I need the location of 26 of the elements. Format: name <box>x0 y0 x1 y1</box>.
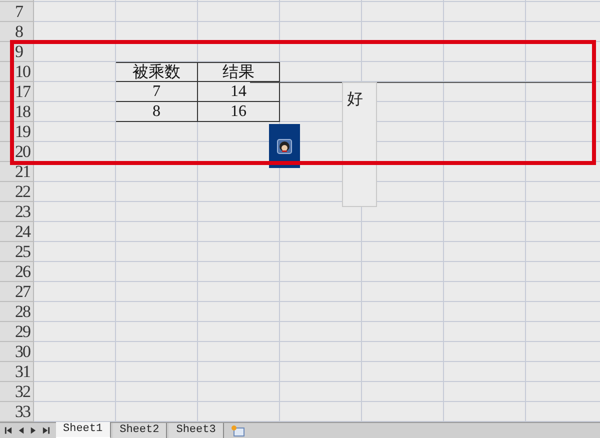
row-header[interactable]: 31 <box>0 362 34 382</box>
table-cell: 7 <box>116 82 198 102</box>
row-header[interactable]: 28 <box>0 302 34 322</box>
row-header[interactable]: 32 <box>0 382 34 402</box>
table-cell: 8 <box>116 102 198 122</box>
row-header[interactable]: 29 <box>0 322 34 342</box>
row-header[interactable]: 26 <box>0 262 34 282</box>
skip-arrow-icon[interactable] <box>42 426 50 435</box>
sheet-tab[interactable]: Sheet1 <box>56 422 111 438</box>
insert-sheet-icon[interactable] <box>230 424 246 436</box>
table-cell: 16 <box>198 102 280 122</box>
table-cell: 被乘数 <box>116 62 198 82</box>
row-header[interactable]: 33 <box>0 402 34 422</box>
row-header[interactable]: 30 <box>0 342 34 362</box>
comment-box: 好 <box>342 82 377 207</box>
row-header[interactable]: 25 <box>0 242 34 262</box>
sheet-tab[interactable]: Sheet2 <box>112 423 168 438</box>
skip-arrow-icon[interactable] <box>4 426 12 435</box>
row-header[interactable]: 23 <box>0 202 34 222</box>
sheet-tab[interactable]: Sheet3 <box>169 423 224 438</box>
row-header[interactable]: 22 <box>0 182 34 202</box>
row-header[interactable]: 24 <box>0 222 34 242</box>
picture-icon <box>277 138 292 154</box>
row-header[interactable]: 7 <box>0 2 34 22</box>
row-header[interactable]: 27 <box>0 282 34 302</box>
row-header[interactable]: 8 <box>0 22 34 42</box>
